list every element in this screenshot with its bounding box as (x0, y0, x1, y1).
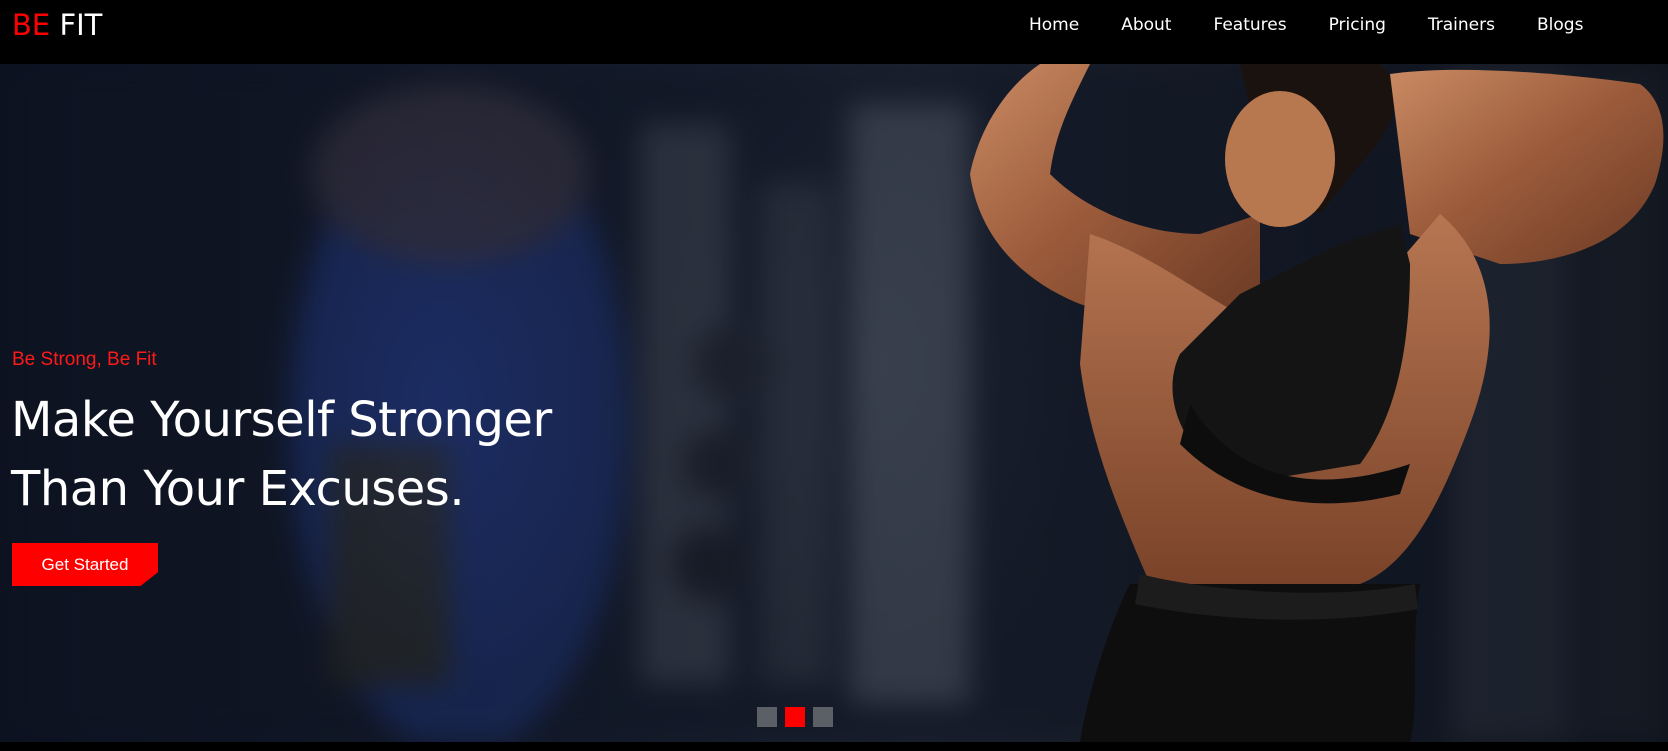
nav-link-trainers[interactable]: Trainers (1428, 14, 1495, 36)
carousel-dot-2[interactable] (785, 707, 805, 727)
carousel-indicators (757, 707, 841, 727)
carousel-dot-3[interactable] (813, 707, 833, 727)
hero-slider: Be Strong, Be Fit Make Yourself Stronger… (0, 64, 1668, 742)
navbar: BE FIT Home About Features Pricing Train… (0, 0, 1668, 64)
get-started-button[interactable]: Get Started (12, 543, 158, 586)
hero-tagline: Be Strong, Be Fit (12, 349, 157, 370)
brand-logo[interactable]: BE FIT (12, 8, 102, 42)
page-bottom-strip (0, 742, 1668, 751)
athlete-image (970, 64, 1664, 742)
main-nav: Home About Features Pricing Trainers Blo… (1029, 14, 1625, 36)
hero-headline: Make Yourself Stronger Than Your Excuses… (11, 392, 552, 517)
nav-link-about[interactable]: About (1121, 14, 1171, 36)
brand-accent: BE (12, 8, 51, 42)
nav-link-blogs[interactable]: Blogs (1537, 14, 1583, 36)
nav-link-pricing[interactable]: Pricing (1329, 14, 1386, 36)
brand-name: FIT (59, 8, 103, 42)
carousel-dot-1[interactable] (757, 707, 777, 727)
nav-link-features[interactable]: Features (1213, 14, 1286, 36)
nav-link-home[interactable]: Home (1029, 14, 1079, 36)
